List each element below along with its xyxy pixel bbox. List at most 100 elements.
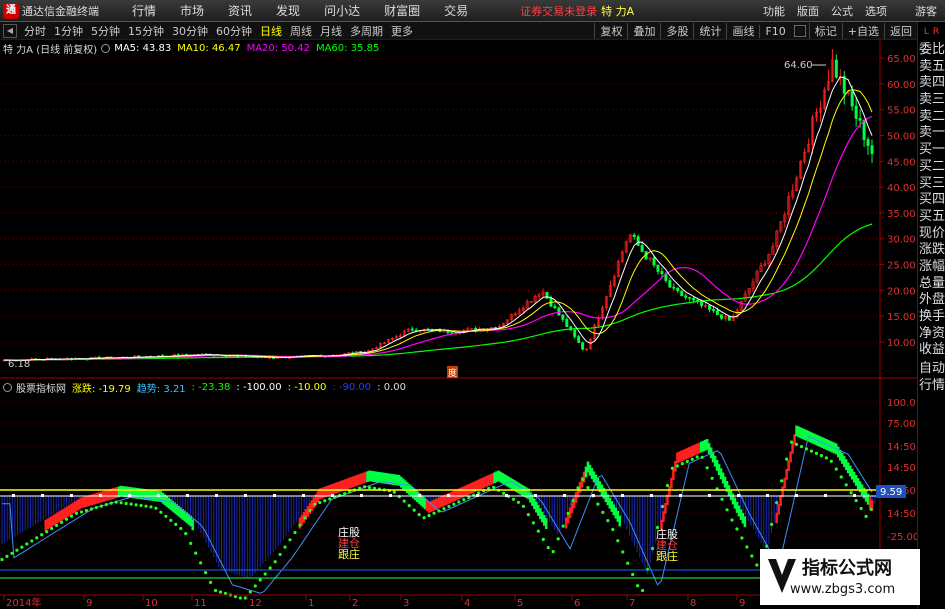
kline-chart[interactable]: 65.00 60.00 55.00 50.00 45.00 40.00 35.00 30.00… [0,0,917,609]
candle-body [660,271,664,275]
baseline-marker [215,494,218,497]
panel-lr: L R [918,22,945,42]
indicator-dot [437,509,441,513]
candle-body [866,139,870,147]
quote-item-0[interactable]: 委比 [918,42,945,59]
baseline-marker [244,494,247,497]
quote-item-4[interactable]: 卖二 [918,109,945,126]
quote-item-1[interactable]: 卖五 [918,59,945,76]
watermark: 指标公式网 www.zbgs3.com [760,549,920,605]
indicator-dot [10,551,14,555]
indicator-dot [586,486,590,490]
indicator-dot [864,514,868,519]
baseline-marker [621,494,624,497]
quote-item-13[interactable]: 涨幅 [918,259,945,276]
indicator-dot [278,552,282,557]
indicator-dot [243,596,247,600]
ma5-line [3,76,873,361]
baseline-marker [447,494,450,497]
indicator-dot [218,590,223,594]
indicator-dot [5,554,9,558]
indicator-dot [447,504,451,509]
indicator-dot [74,511,79,516]
indicator-dot [362,485,367,489]
quote-item-19[interactable]: 自动 [918,361,945,378]
time-axis-label: 9 [739,598,745,609]
quote-item-15[interactable]: 外盘 [918,292,945,309]
indicator-dot [680,462,684,466]
baseline-marker [273,494,276,497]
quote-side-panel: L R 委比 卖五 卖四 卖三 卖二 卖一 买一 买二 买三 买四 买五 现价 涨跌 涨幅 总量 外盘 换手 净资… [917,22,945,609]
quote-item-16[interactable]: 换手 [918,309,945,326]
candle-body [640,245,644,252]
indicator-dot [804,447,809,451]
price-axis-label: 30.00 [887,235,916,246]
indicator-dot [139,503,143,508]
quote-item-7[interactable]: 买二 [918,159,945,176]
watermark-url: www.zbgs3.com [790,582,896,597]
candle-body [577,336,581,343]
quote-item-11[interactable]: 现价 [918,226,945,243]
indicator-dot [819,454,823,458]
indicator-dot [531,521,535,525]
panel-r[interactable]: R [933,27,939,37]
indicator-dot [15,548,19,552]
indicator-dot [799,445,804,449]
quote-item-17[interactable]: 净资 [918,326,945,343]
indicator-dot [452,502,456,506]
indicator-dot [20,545,24,549]
quote-item-12[interactable]: 涨跌 [918,242,945,259]
indicator-dot [561,524,565,528]
time-axis-label: 3 [403,598,409,609]
indicator-dot [45,530,49,534]
quote-item-20[interactable]: 行情 [918,378,945,395]
indicator-dot [780,479,784,483]
price-axis-label: 10.00 [887,338,916,349]
baseline-marker [650,494,653,497]
baseline-marker [186,494,189,497]
quote-item-10[interactable]: 买五 [918,209,945,226]
quote-item-5[interactable]: 卖一 [918,125,945,142]
time-axis-label: 6 [574,598,580,609]
quote-item-3[interactable]: 卖三 [918,92,945,109]
price-axis-label: 55.00 [887,106,916,117]
current-value-label: 9.59 [880,487,902,498]
indicator-dot [834,467,838,471]
price-axis-label: 15.00 [887,312,916,323]
indicator-dot [323,499,327,503]
ma20-line [3,115,873,361]
indicator-dot [516,500,521,504]
indicator-dot [551,550,555,554]
indicator-dot [765,544,769,548]
baseline-marker [418,494,421,497]
zhuang1-line3: 跟庄 [338,547,360,561]
indicator-dot [844,483,848,487]
quote-item-6[interactable]: 买一 [918,142,945,159]
candle-body [632,234,636,238]
indicator-dot [621,550,625,554]
candle-body [680,290,684,297]
indicator-dot [566,511,570,515]
panel-l[interactable]: L [924,27,929,37]
indicator-dot [521,504,526,508]
quote-item-18[interactable]: 收益 [918,342,945,359]
indicator-dot [213,588,218,593]
indicator-dot [571,499,575,503]
indicator-dot [422,516,426,520]
time-axis-label: 2 [352,598,358,609]
quote-item-14[interactable]: 总量 [918,276,945,293]
indicator-dot [616,539,620,543]
indicator-dot [174,522,178,527]
quote-item-8[interactable]: 买三 [918,176,945,193]
indicator-dot [720,497,724,501]
indicator-dot [501,491,506,495]
quote-item-2[interactable]: 卖四 [918,75,945,92]
indicator-dot [89,507,93,511]
indicator-dot [700,455,704,459]
indicator-dot [25,542,29,546]
quote-item-9[interactable]: 买四 [918,192,945,209]
indicator-axis-label: 75.00 [887,419,916,430]
indicator-dot [829,459,833,463]
indicator-dot [69,514,74,518]
candle-body [557,307,561,316]
